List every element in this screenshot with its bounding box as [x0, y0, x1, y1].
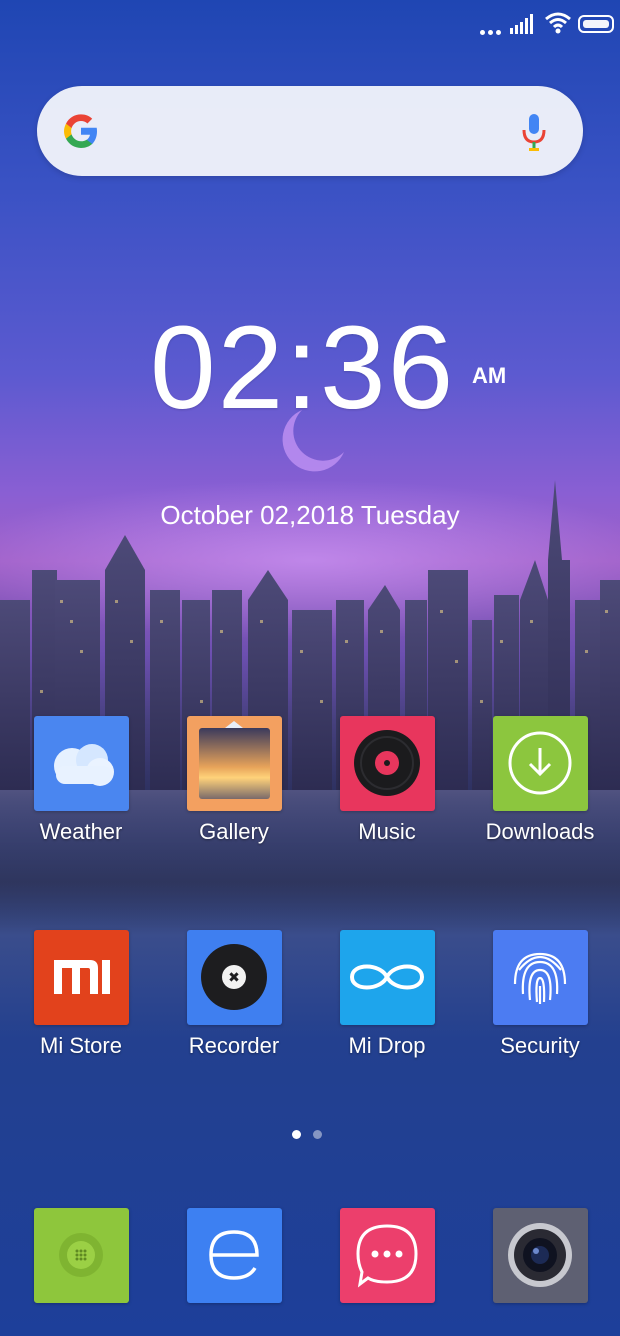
- page-dot-active[interactable]: [292, 1130, 301, 1139]
- date-label: October 02,2018 Tuesday: [160, 500, 460, 530]
- download-icon: [492, 716, 588, 811]
- battery-icon: [578, 15, 614, 33]
- page-dot[interactable]: [313, 1130, 322, 1139]
- google-logo-icon: [64, 114, 97, 148]
- app-label: Security: [500, 1033, 580, 1058]
- microphone-icon[interactable]: [521, 112, 547, 152]
- more-dots-icon: [480, 22, 504, 40]
- record-disc-icon: ✖: [186, 930, 282, 1025]
- app-label: Music: [358, 819, 416, 844]
- clock-widget[interactable]: 02:36 AM: [0, 300, 620, 434]
- vinyl-record-icon: [339, 716, 435, 811]
- svg-text:✖: ✖: [228, 970, 240, 986]
- app-label: Downloads: [485, 819, 595, 844]
- signal-icon: [510, 14, 533, 34]
- app-gallery[interactable]: Gallery: [159, 716, 309, 845]
- app-mi-store[interactable]: Mi Store: [6, 930, 156, 1059]
- app-label: Recorder: [188, 1033, 280, 1058]
- google-search-bar[interactable]: [37, 86, 583, 176]
- wifi-icon: [545, 12, 571, 34]
- infinity-icon: [339, 930, 435, 1025]
- browser-icon: [186, 1208, 282, 1303]
- dock-browser[interactable]: [159, 1208, 309, 1303]
- moon-icon: [282, 410, 344, 472]
- app-downloads[interactable]: Downloads: [465, 716, 615, 845]
- app-label: Weather: [39, 819, 123, 844]
- dock-phone[interactable]: [6, 1208, 156, 1303]
- fingerprint-icon: [492, 930, 588, 1025]
- phone-icon: [33, 1208, 129, 1303]
- photo-icon: [186, 716, 282, 811]
- app-music[interactable]: Music: [312, 716, 462, 845]
- app-weather[interactable]: Weather: [6, 716, 156, 845]
- status-bar: [460, 12, 620, 36]
- app-label: Mi Drop: [348, 1033, 426, 1058]
- app-label: Mi Store: [40, 1033, 122, 1058]
- app-recorder[interactable]: ✖ Recorder: [159, 930, 309, 1059]
- mi-logo-icon: [33, 930, 129, 1025]
- camera-icon: [492, 1208, 588, 1303]
- app-mi-drop[interactable]: Mi Drop: [312, 930, 462, 1059]
- page-indicator[interactable]: [292, 1126, 334, 1144]
- cloud-icon: [33, 716, 129, 811]
- dock-camera[interactable]: [465, 1208, 615, 1303]
- messaging-icon: [339, 1208, 435, 1303]
- dock-messaging[interactable]: [312, 1208, 462, 1303]
- app-label: Gallery: [199, 819, 269, 844]
- clock-ampm: AM: [472, 363, 507, 388]
- app-security[interactable]: Security: [465, 930, 615, 1059]
